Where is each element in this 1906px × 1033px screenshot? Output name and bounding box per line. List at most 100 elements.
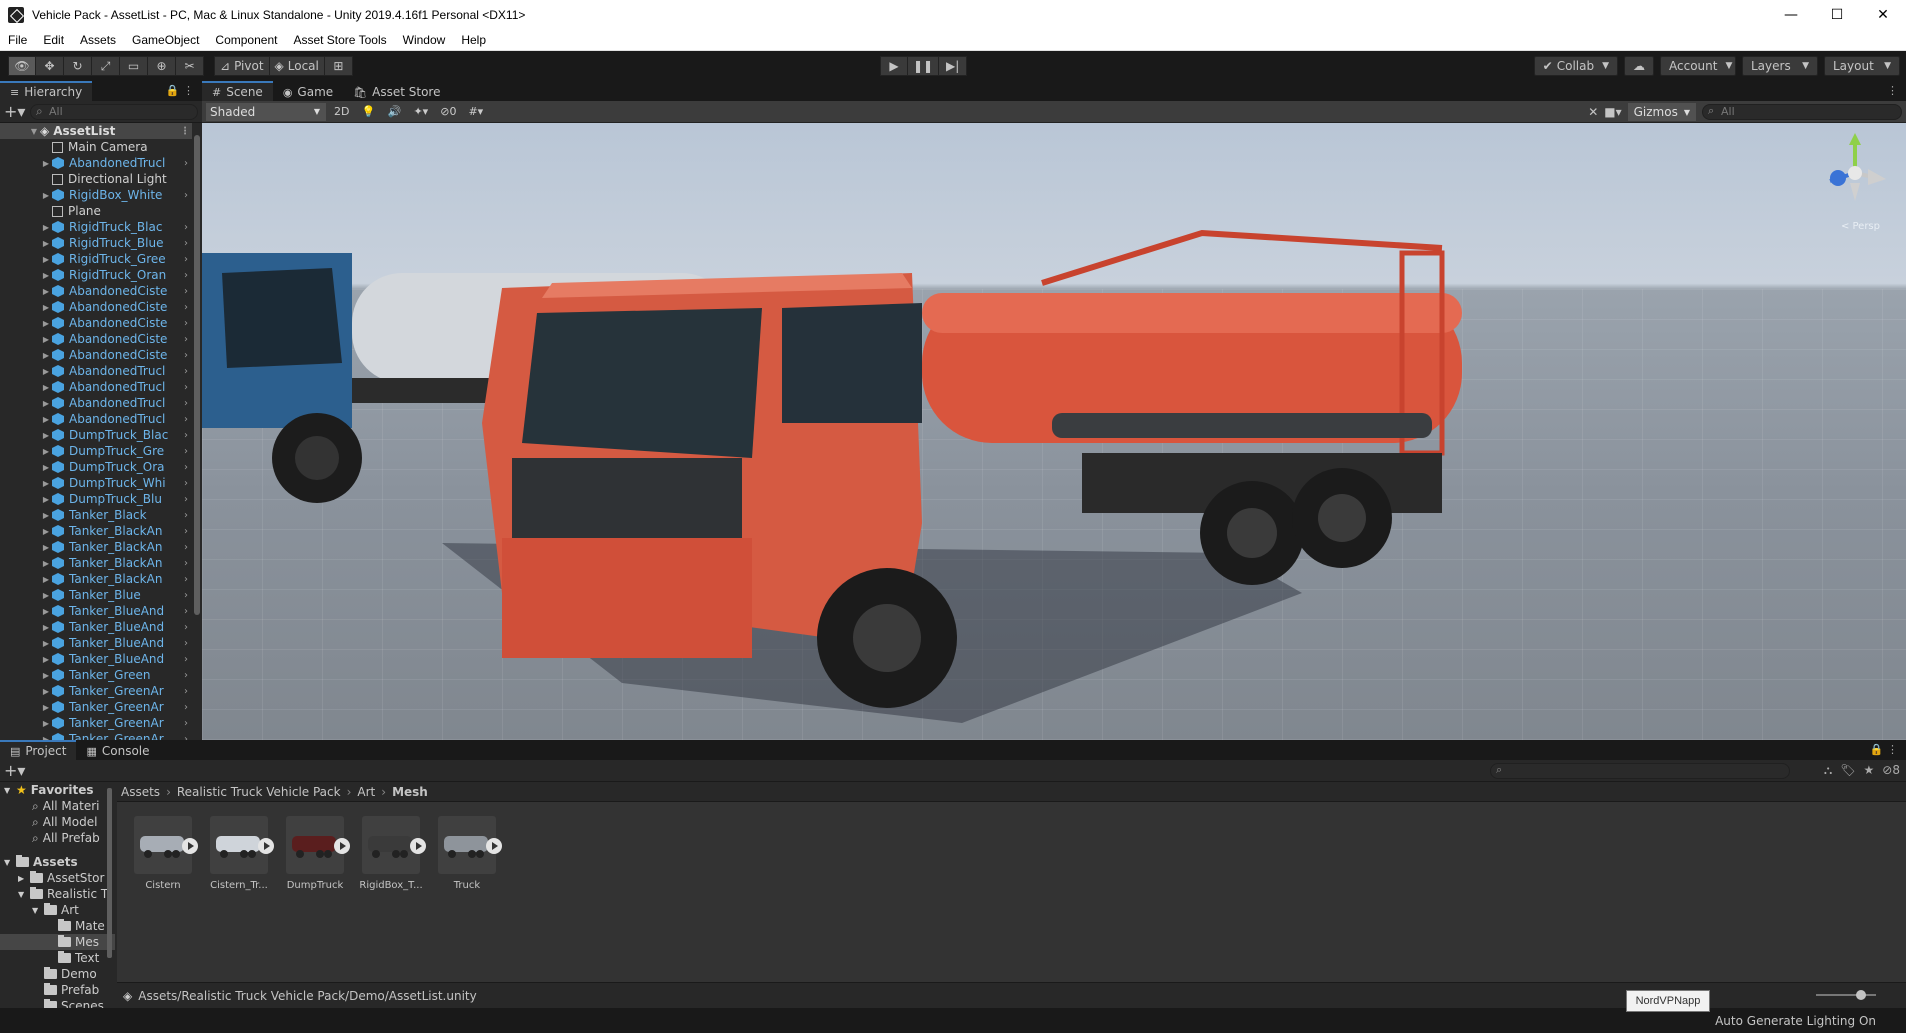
hierarchy-item[interactable]: ▶ Tanker_BlueAnd ›: [0, 651, 202, 667]
asset-item[interactable]: DumpTruck: [283, 816, 350, 891]
menu-component[interactable]: Component: [207, 33, 285, 47]
hierarchy-item[interactable]: ▶ DumpTruck_Whi ›: [0, 475, 202, 491]
hierarchy-item[interactable]: ▶ Tanker_Green ›: [0, 667, 202, 683]
camera-icon[interactable]: ■▾: [1604, 105, 1621, 119]
favorite-item[interactable]: ⌕ All Materi: [0, 798, 115, 814]
hierarchy-item[interactable]: ▶ RigidTruck_Oran ›: [0, 267, 202, 283]
mesh-thumbnail[interactable]: [286, 816, 350, 874]
hierarchy-item[interactable]: ▶ AbandonedCiste ›: [0, 299, 202, 315]
expand-arrow-icon[interactable]: ▶: [40, 671, 52, 680]
chevron-right-icon[interactable]: ›: [184, 446, 188, 457]
tab-scene[interactable]: # Scene: [202, 81, 273, 101]
hierarchy-item[interactable]: Main Camera: [0, 139, 202, 155]
mesh-thumbnail[interactable]: [210, 816, 274, 874]
hierarchy-item[interactable]: ▶ Tanker_GreenAr ›: [0, 715, 202, 731]
hierarchy-item[interactable]: ▶ AbandonedTrucl ›: [0, 395, 202, 411]
tools-icon[interactable]: ✕: [1588, 105, 1598, 119]
tab-project[interactable]: ▤ Project: [0, 740, 77, 760]
hierarchy-item[interactable]: ▶ AbandonedCiste ›: [0, 347, 202, 363]
hierarchy-item[interactable]: ▶ DumpTruck_Blac ›: [0, 427, 202, 443]
tab-console[interactable]: ▦ Console: [76, 740, 160, 760]
hierarchy-item[interactable]: ▶ RigidBox_White ›: [0, 187, 202, 203]
chevron-right-icon[interactable]: ›: [184, 190, 188, 201]
expand-arrow-icon[interactable]: ▶: [40, 639, 52, 648]
hierarchy-item[interactable]: ▶ Tanker_GreenAr ›: [0, 683, 202, 699]
menu-assets[interactable]: Assets: [72, 33, 124, 47]
tab-hierarchy[interactable]: ≡ Hierarchy: [0, 81, 93, 101]
expand-arrow-icon[interactable]: ▶: [40, 447, 52, 456]
layers-dropdown[interactable]: Layers ▼: [1742, 56, 1818, 76]
chevron-right-icon[interactable]: ›: [184, 366, 188, 377]
chevron-right-icon[interactable]: ›: [184, 350, 188, 361]
expand-arrow-icon[interactable]: ▶: [40, 431, 52, 440]
breadcrumb-item[interactable]: Mesh: [392, 785, 428, 799]
menu-help[interactable]: Help: [453, 33, 494, 47]
expand-arrow-icon[interactable]: ▶: [40, 415, 52, 424]
scene-search-input[interactable]: All: [1702, 104, 1902, 120]
project-search-input[interactable]: [1490, 763, 1790, 779]
chevron-right-icon[interactable]: ›: [184, 542, 188, 553]
folder-item[interactable]: Mate: [0, 918, 115, 934]
grid-toggle-icon[interactable]: #▾: [464, 103, 487, 121]
rect-tool-icon[interactable]: ▭: [120, 56, 148, 76]
scrollbar-thumb[interactable]: [194, 135, 200, 615]
chevron-right-icon[interactable]: ›: [184, 510, 188, 521]
rotate-tool-icon[interactable]: ↻: [64, 56, 92, 76]
chevron-right-icon[interactable]: ›: [184, 398, 188, 409]
shading-mode-dropdown[interactable]: Shaded ▼: [206, 102, 326, 121]
scale-tool-icon[interactable]: ⤢: [92, 56, 120, 76]
hierarchy-item[interactable]: ▶ Tanker_BlackAn ›: [0, 523, 202, 539]
expand-arrow-icon[interactable]: ▶: [40, 623, 52, 632]
create-asset-button[interactable]: +▾: [4, 761, 30, 780]
hierarchy-item[interactable]: Plane: [0, 203, 202, 219]
hierarchy-item[interactable]: ▶ DumpTruck_Blu ›: [0, 491, 202, 507]
hierarchy-item[interactable]: ▶ AbandonedTrucl ›: [0, 379, 202, 395]
play-preview-icon[interactable]: [410, 838, 426, 854]
mesh-thumbnail[interactable]: [438, 816, 502, 874]
expand-arrow-icon[interactable]: ▶: [40, 607, 52, 616]
chevron-right-icon[interactable]: ›: [184, 382, 188, 393]
step-icon[interactable]: ▶|: [939, 56, 968, 76]
expand-arrow-icon[interactable]: ▶: [40, 399, 52, 408]
expand-arrow-icon[interactable]: ▶: [40, 463, 52, 472]
favorites-header[interactable]: ▼ ★ Favorites: [0, 782, 115, 798]
chevron-right-icon[interactable]: ›: [184, 558, 188, 569]
folder-item[interactable]: Text: [0, 950, 115, 966]
hierarchy-item[interactable]: ▶ RigidTruck_Gree ›: [0, 251, 202, 267]
chevron-right-icon[interactable]: ›: [184, 622, 188, 633]
mesh-thumbnail[interactable]: [362, 816, 426, 874]
expand-arrow-icon[interactable]: ▶: [40, 527, 52, 536]
folder-item[interactable]: Prefab: [0, 982, 115, 998]
expand-arrow-icon[interactable]: ▶: [40, 383, 52, 392]
collab-dropdown[interactable]: ✔ Collab ▼: [1533, 56, 1618, 76]
menu-edit[interactable]: Edit: [35, 33, 72, 47]
expand-arrow-icon[interactable]: ▶: [40, 159, 52, 168]
chevron-right-icon[interactable]: ›: [184, 526, 188, 537]
move-tool-icon[interactable]: ✥: [36, 56, 64, 76]
expand-arrow-icon[interactable]: ▶: [40, 191, 52, 200]
chevron-right-icon[interactable]: ›: [184, 318, 188, 329]
hierarchy-item[interactable]: ▶ Tanker_GreenAr ›: [0, 699, 202, 715]
expand-arrow-icon[interactable]: ▼: [28, 127, 40, 136]
play-preview-icon[interactable]: [334, 838, 350, 854]
expand-arrow-icon[interactable]: ▶: [40, 287, 52, 296]
expand-arrow-icon[interactable]: ▶: [40, 495, 52, 504]
lock-icon[interactable]: 🔒 ⋮: [166, 84, 194, 97]
grid-snap-icon[interactable]: ⊞: [324, 56, 353, 76]
hierarchy-item[interactable]: ▶ Tanker_BlackAn ›: [0, 539, 202, 555]
menu-window[interactable]: Window: [395, 33, 454, 47]
hierarchy-item[interactable]: ▶ RigidTruck_Blac ›: [0, 219, 202, 235]
breadcrumb-item[interactable]: Assets: [121, 785, 160, 799]
hierarchy-item[interactable]: ▶ Tanker_BlueAnd ›: [0, 603, 202, 619]
expand-arrow-icon[interactable]: ▶: [40, 591, 52, 600]
favorite-item[interactable]: ⌕ All Model: [0, 814, 115, 830]
breadcrumb-item[interactable]: Realistic Truck Vehicle Pack: [177, 785, 341, 799]
chevron-right-icon[interactable]: ›: [184, 462, 188, 473]
hierarchy-item[interactable]: ▶ Tanker_Blue ›: [0, 587, 202, 603]
expand-arrow-icon[interactable]: ▶: [40, 367, 52, 376]
breadcrumb-item[interactable]: Art: [357, 785, 375, 799]
chevron-right-icon[interactable]: ›: [184, 494, 188, 505]
create-dropdown-button[interactable]: +▾: [4, 102, 30, 121]
play-preview-icon[interactable]: [486, 838, 502, 854]
gizmos-dropdown[interactable]: Gizmos ▼: [1627, 103, 1696, 121]
